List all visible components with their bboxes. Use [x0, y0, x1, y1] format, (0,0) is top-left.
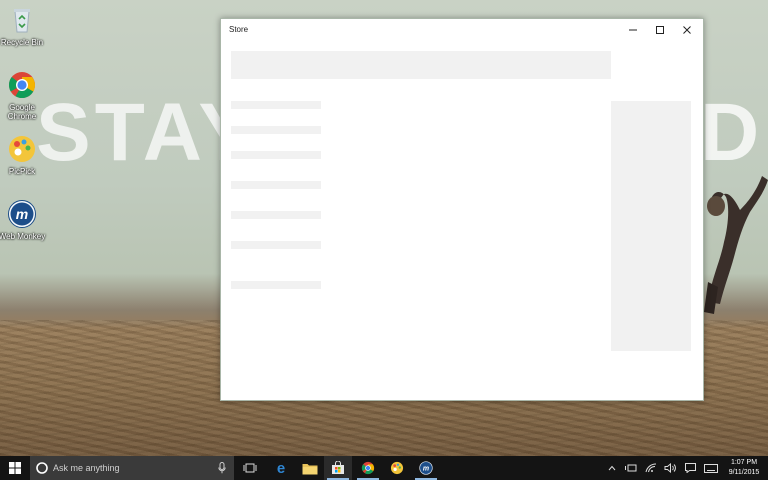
start-button[interactable]	[0, 456, 30, 480]
search-input[interactable]: Ask me anything	[30, 456, 234, 480]
battery-icon	[625, 464, 637, 472]
battery-button[interactable]	[622, 456, 640, 480]
task-view-icon	[243, 463, 257, 473]
web-monkey-icon: m	[7, 199, 37, 229]
action-center-button[interactable]	[681, 456, 699, 480]
clock[interactable]: 1:07 PM 9/11/2015	[724, 458, 764, 478]
show-hidden-icons-button[interactable]	[604, 456, 620, 480]
task-view-button[interactable]	[237, 456, 263, 480]
taskbar: Ask me anything e m 1:07 PM 9/11/2015	[0, 456, 768, 480]
picpick-icon	[7, 134, 37, 164]
file-explorer-icon	[302, 463, 318, 474]
chevron-up-icon	[608, 465, 616, 471]
volume-button[interactable]	[661, 456, 679, 480]
network-button[interactable]	[642, 456, 660, 480]
window-titlebar[interactable]: Store	[221, 19, 703, 41]
svg-text:m: m	[16, 206, 28, 222]
chrome-icon	[361, 461, 375, 475]
microphone-icon[interactable]	[218, 462, 226, 474]
store-icon	[332, 461, 344, 474]
web-monkey-icon: m	[419, 461, 433, 475]
search-placeholder: Ask me anything	[53, 463, 120, 473]
window-title: Store	[229, 25, 249, 34]
action-center-icon	[684, 463, 696, 473]
wallpaper-text-right: D	[700, 87, 760, 178]
close-icon	[683, 26, 691, 34]
taskbar-edge[interactable]: e	[267, 456, 295, 480]
recycle-bin-icon	[7, 5, 37, 35]
clock-date: 9/11/2015	[728, 469, 760, 476]
keyboard-icon	[704, 463, 718, 473]
taskbar-picpick[interactable]	[383, 456, 411, 480]
minimize-icon	[629, 29, 637, 31]
picpick-icon	[390, 461, 404, 475]
maximize-button[interactable]	[646, 19, 674, 41]
desktop-icon-web-monkey[interactable]: m Web Monkey	[0, 199, 48, 241]
edge-icon: e	[277, 461, 285, 475]
svg-text:e: e	[277, 461, 285, 475]
wallpaper-cat	[704, 176, 768, 314]
windows-start-icon	[9, 462, 21, 474]
desktop-icon-label: Google Chrome	[7, 103, 37, 121]
svg-text:m: m	[423, 465, 429, 472]
cortana-icon	[36, 462, 48, 474]
taskbar-file-explorer[interactable]	[296, 456, 324, 480]
minimize-button[interactable]	[619, 19, 647, 41]
desktop-icon-picpick[interactable]: PicPick	[0, 134, 48, 176]
taskbar-store[interactable]	[324, 456, 352, 480]
close-button[interactable]	[673, 19, 701, 41]
volume-icon	[664, 463, 676, 473]
wifi-icon	[645, 463, 657, 473]
desktop-icon-label: Recycle Bin	[0, 38, 44, 47]
store-window[interactable]: Store	[220, 18, 704, 401]
taskbar-chrome[interactable]	[354, 456, 382, 480]
clock-time: 1:07 PM	[730, 459, 758, 466]
desktop-icon-label: PicPick	[8, 167, 36, 176]
window-loading-content	[231, 51, 691, 351]
chrome-icon	[7, 70, 37, 100]
desktop-icon-label: Web Monkey	[0, 232, 46, 241]
desktop-icon-recycle-bin[interactable]: Recycle Bin	[0, 5, 48, 47]
taskbar-web-monkey[interactable]: m	[412, 456, 440, 480]
maximize-icon	[656, 26, 664, 34]
touch-keyboard-button[interactable]	[701, 456, 721, 480]
desktop-icon-chrome[interactable]: Google Chrome	[0, 70, 48, 121]
